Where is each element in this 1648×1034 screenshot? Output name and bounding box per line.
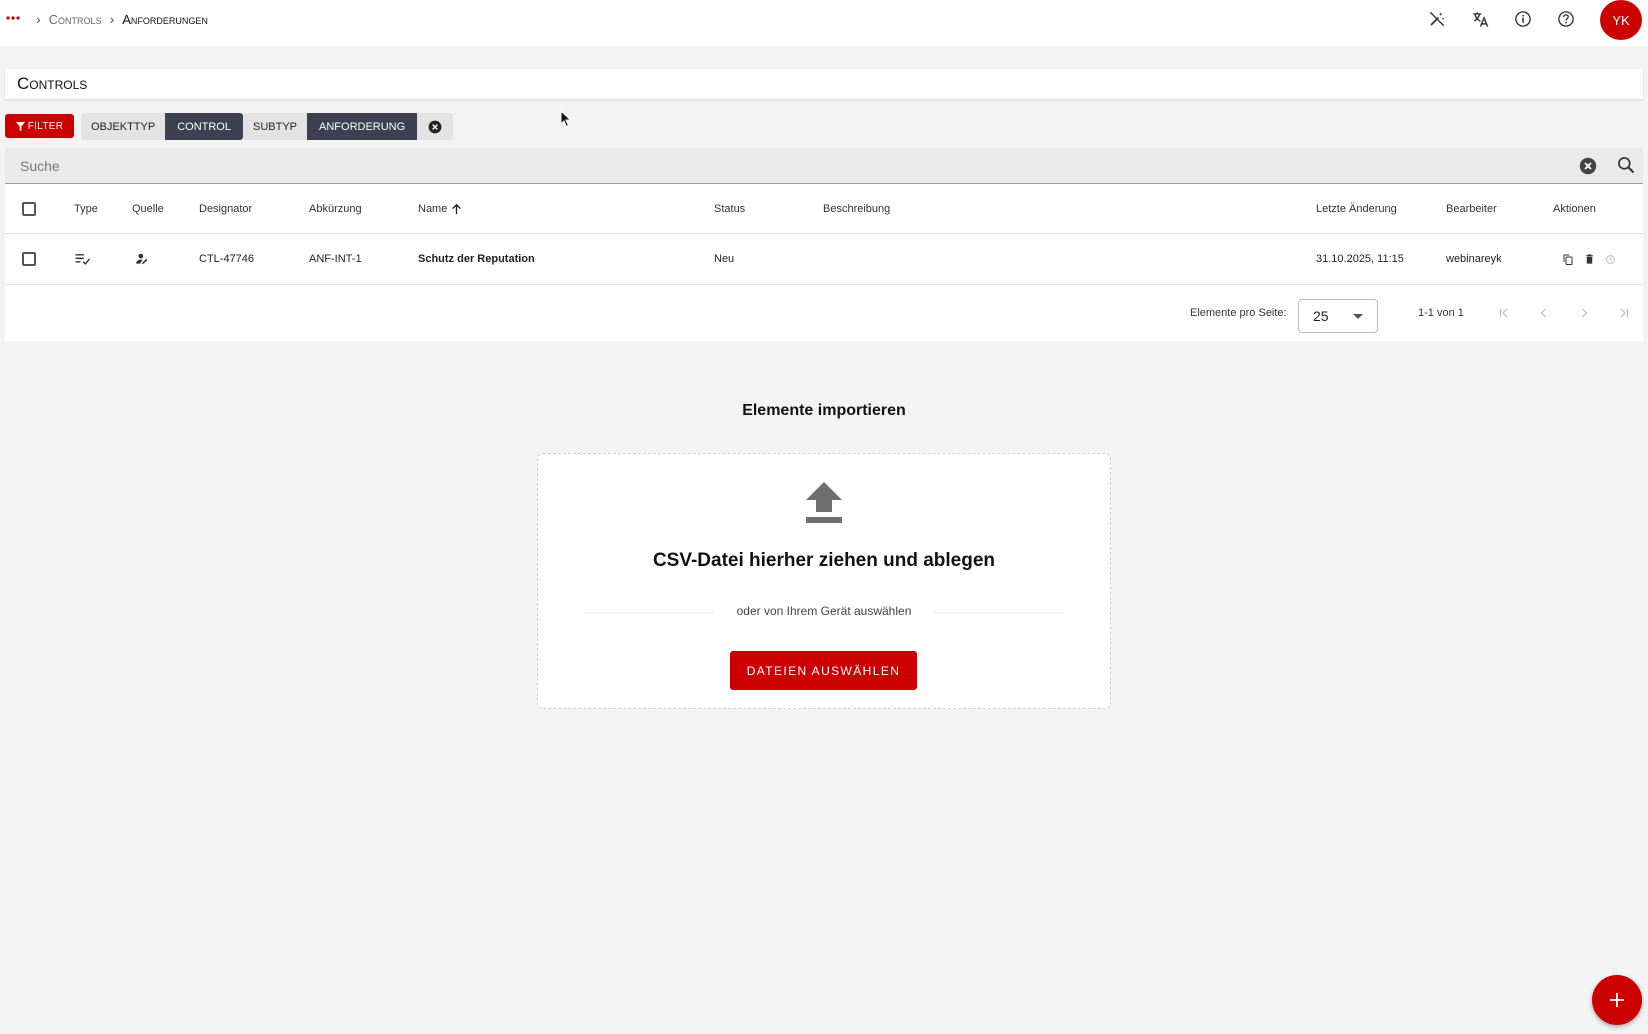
- row-status: Neu: [714, 253, 735, 265]
- table-row[interactable]: CTL-47746 ANF-INT-1 Schutz der Reputatio…: [5, 234, 1643, 285]
- auto-fix-off-icon[interactable]: [1426, 8, 1448, 30]
- row-designator: CTL-47746: [199, 253, 255, 265]
- copy-icon[interactable]: [1562, 234, 1574, 284]
- remove-chip-icon[interactable]: [417, 113, 454, 140]
- add-fab-button[interactable]: [1592, 975, 1642, 1025]
- drop-text: CSV-Datei hierher ziehen und ablegen: [652, 550, 996, 571]
- chip-value: CONTROL: [165, 113, 243, 140]
- upload-icon: [806, 482, 842, 529]
- column-header-letzte-aenderung[interactable]: Letzte Änderung: [1316, 184, 1397, 233]
- column-header-type[interactable]: Type: [74, 184, 98, 233]
- range-label: 1-1 von 1: [1418, 307, 1464, 319]
- per-page-label: Elemente pro Seite:: [1190, 307, 1287, 319]
- next-page-icon[interactable]: [1576, 305, 1592, 321]
- filter-chip-subtyp[interactable]: SUBTYP ANFORDERUNG: [243, 113, 454, 140]
- divider: [933, 612, 1063, 613]
- chip-key: SUBTYP: [243, 113, 308, 140]
- column-header-name-label: Name: [418, 202, 448, 215]
- column-header-abkuerzung[interactable]: Abkürzung: [309, 184, 362, 233]
- first-page-icon[interactable]: [1496, 305, 1512, 321]
- chevron-right-icon: ›: [36, 11, 41, 27]
- translate-icon[interactable]: [1469, 8, 1491, 30]
- column-header-designator[interactable]: Designator: [199, 184, 252, 233]
- history-icon: [1605, 234, 1616, 284]
- per-page-value: 25: [1313, 308, 1329, 324]
- table-header-row: Type Quelle Designator Abkürzung Name St…: [5, 184, 1643, 234]
- row-name[interactable]: Schutz der Reputation: [418, 234, 535, 284]
- info-icon[interactable]: [1512, 8, 1534, 30]
- delete-icon[interactable]: [1584, 234, 1595, 284]
- column-header-bearbeiter[interactable]: Bearbeiter: [1446, 184, 1497, 233]
- page-title-card: Controls: [5, 69, 1643, 99]
- previous-page-icon[interactable]: [1536, 305, 1552, 321]
- filter-button-label: FILTER: [27, 120, 64, 132]
- or-text: oder von Ihrem Gerät auswählen: [736, 604, 912, 618]
- search-input[interactable]: [5, 148, 1565, 183]
- page-title: Controls: [17, 74, 88, 93]
- clear-search-icon[interactable]: [1579, 157, 1597, 180]
- column-header-beschreibung[interactable]: Beschreibung: [823, 184, 890, 233]
- column-header-quelle[interactable]: Quelle: [132, 184, 164, 233]
- more-dots-icon[interactable]: [4, 9, 22, 27]
- row-letzte-aenderung: 31.10.2025, 11:15: [1316, 253, 1404, 265]
- chevron-right-icon: ›: [109, 11, 115, 27]
- paginator: Elemente pro Seite: 25 1-1 von 1: [5, 285, 1643, 341]
- avatar[interactable]: YK: [1600, 0, 1642, 40]
- chip-key: OBJEKTTYP: [81, 113, 166, 140]
- search-bar: [5, 148, 1643, 184]
- row-checkbox[interactable]: [22, 234, 36, 284]
- last-page-icon[interactable]: [1616, 305, 1632, 321]
- breadcrumb-controls[interactable]: Controls: [49, 12, 102, 27]
- import-title: Elemente importieren: [742, 402, 906, 419]
- top-bar: › Controls › Anforderungen YK: [0, 0, 1648, 46]
- filter-chip-objekttyp[interactable]: OBJEKTTYP CONTROL: [81, 113, 243, 140]
- plus-icon: [1610, 993, 1624, 1007]
- column-header-name[interactable]: Name: [418, 184, 462, 233]
- chip-value: ANFORDERUNG: [307, 113, 418, 140]
- dropdown-caret-icon: [1353, 314, 1363, 319]
- help-icon[interactable]: [1555, 8, 1577, 30]
- select-all-checkbox[interactable]: [22, 184, 36, 233]
- mouse-cursor-icon: [560, 109, 572, 133]
- column-header-status[interactable]: Status: [714, 184, 745, 233]
- row-bearbeiter: webinareyk: [1446, 253, 1502, 265]
- row-abkuerzung: ANF-INT-1: [309, 253, 362, 265]
- controls-table: Type Quelle Designator Abkürzung Name St…: [5, 184, 1643, 341]
- person-edit-icon: [135, 234, 149, 284]
- search-icon[interactable]: [1616, 155, 1636, 180]
- column-header-aktionen: Aktionen: [1553, 202, 1596, 215]
- checklist-icon: [74, 234, 91, 284]
- choose-files-button[interactable]: DATEIEN AUSWÄHLEN: [730, 651, 917, 690]
- filter-button[interactable]: FILTER: [5, 114, 74, 138]
- breadcrumb-anforderungen: Anforderungen: [122, 11, 208, 27]
- per-page-select[interactable]: 25: [1298, 299, 1378, 333]
- breadcrumb: › Controls › Anforderungen: [36, 10, 216, 28]
- sort-ascending-icon: [452, 203, 462, 214]
- filter-icon: [15, 121, 25, 131]
- csv-dropzone[interactable]: CSV-Datei hierher ziehen und ablegen ode…: [537, 453, 1111, 709]
